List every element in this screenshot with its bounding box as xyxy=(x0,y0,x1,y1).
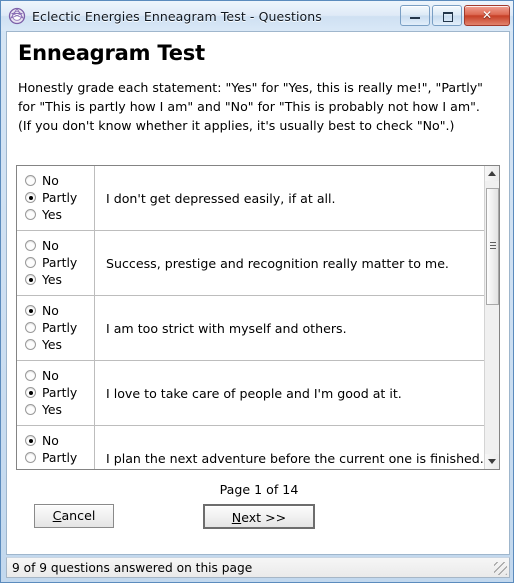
radio-option-partly[interactable]: Partly xyxy=(25,384,94,401)
radio-label: Partly xyxy=(42,190,78,205)
radio-label: No xyxy=(42,368,59,383)
radio-option-partly[interactable]: Partly xyxy=(25,189,94,206)
application-window: Eclectic Energies Enneagram Test - Quest… xyxy=(0,0,514,583)
maximize-icon xyxy=(443,12,453,22)
radio-button-yes[interactable] xyxy=(25,274,36,285)
page-title: Enneagram Test xyxy=(18,41,205,65)
page-indicator: Page 1 of 14 xyxy=(219,482,299,497)
radio-label: Yes xyxy=(42,468,62,469)
question-options: No Partly Yes xyxy=(17,426,95,469)
question-options: No Partly Yes xyxy=(17,231,95,295)
question-text: I love to take care of people and I'm go… xyxy=(106,385,402,401)
radio-option-no[interactable]: No xyxy=(25,367,94,384)
radio-label: No xyxy=(42,173,59,188)
status-bar: 9 of 9 questions answered on this page xyxy=(6,557,510,578)
radio-option-partly[interactable]: Partly xyxy=(25,319,94,336)
question-text: I am too strict with myself and others. xyxy=(106,320,347,336)
radio-label: Yes xyxy=(42,337,63,352)
radio-button-partly[interactable] xyxy=(25,322,36,333)
radio-label: Partly xyxy=(42,255,78,270)
questions-panel: No Partly Yes I don't get depressed easily,… xyxy=(16,165,500,470)
radio-option-yes[interactable]: Yes xyxy=(25,336,94,353)
radio-button-yes[interactable] xyxy=(25,209,36,220)
question-text: Success, prestige and recognition really… xyxy=(106,255,449,271)
question-row: No Partly Yes I don't get depressed easily,… xyxy=(17,166,484,231)
question-row: No Partly Yes Success, prestige and recogni… xyxy=(17,231,484,296)
resize-grip-icon[interactable] xyxy=(494,562,507,575)
cancel-label-rest: ancel xyxy=(61,508,96,523)
radio-label: No xyxy=(42,238,59,253)
question-row: No Partly Yes I love to take care of people… xyxy=(17,361,484,426)
close-button[interactable]: ✕ xyxy=(464,5,510,26)
radio-label: Partly xyxy=(42,385,78,400)
radio-option-yes[interactable]: Yes xyxy=(25,401,94,418)
radio-button-partly[interactable] xyxy=(25,452,36,463)
scroll-up-button[interactable] xyxy=(485,166,499,181)
question-text: I don't get depressed easily, if at all. xyxy=(106,190,336,206)
radio-label: No xyxy=(42,433,59,448)
minimize-icon xyxy=(410,17,420,19)
radio-label: Yes xyxy=(42,207,63,222)
client-area: Enneagram Test Honestly grade each state… xyxy=(6,31,510,555)
scroll-down-button[interactable] xyxy=(485,454,499,469)
status-text: 9 of 9 questions answered on this page xyxy=(12,560,253,575)
instructions-text: Honestly grade each statement: "Yes" for… xyxy=(18,80,483,133)
radio-option-no[interactable]: No xyxy=(25,302,94,319)
radio-option-partly[interactable]: Partly xyxy=(25,449,94,466)
question-row: No Partly Yes I plan the next adventure bef… xyxy=(17,426,484,469)
radio-option-no[interactable]: No xyxy=(25,172,94,189)
window-title: Eclectic Energies Enneagram Test - Quest… xyxy=(32,8,322,24)
maximize-button[interactable] xyxy=(432,5,462,26)
questions-scrollbar[interactable] xyxy=(484,166,499,469)
radio-option-no[interactable]: No xyxy=(25,237,94,254)
radio-label: Yes xyxy=(42,272,63,287)
minimize-button[interactable] xyxy=(400,5,430,26)
radio-button-no[interactable] xyxy=(25,240,36,251)
radio-button-no[interactable] xyxy=(25,370,36,381)
radio-button-yes[interactable] xyxy=(25,339,36,350)
scroll-down-icon xyxy=(488,459,496,464)
radio-button-partly[interactable] xyxy=(25,257,36,268)
next-mnemonic: N xyxy=(231,510,242,525)
radio-option-yes[interactable]: Yes xyxy=(25,466,94,469)
radio-button-no[interactable] xyxy=(25,175,36,186)
cancel-button[interactable]: Cancel xyxy=(34,504,114,528)
radio-label: No xyxy=(42,303,59,318)
scroll-up-icon xyxy=(488,171,496,176)
radio-button-no[interactable] xyxy=(25,435,36,446)
question-options: No Partly Yes xyxy=(17,166,95,230)
question-text: I plan the next adventure before the cur… xyxy=(106,450,484,466)
radio-button-partly[interactable] xyxy=(25,192,36,203)
scrollbar-grip-icon xyxy=(490,242,496,249)
radio-label: Partly xyxy=(42,320,78,335)
enneagram-icon xyxy=(8,7,26,25)
next-button[interactable]: Next >> xyxy=(203,504,315,529)
question-options: No Partly Yes xyxy=(17,296,95,360)
radio-button-yes[interactable] xyxy=(25,404,36,415)
radio-label: Partly xyxy=(42,450,78,465)
radio-option-yes[interactable]: Yes xyxy=(25,206,94,223)
radio-label: Yes xyxy=(42,402,63,417)
radio-option-partly[interactable]: Partly xyxy=(25,254,94,271)
radio-option-yes[interactable]: Yes xyxy=(25,271,94,288)
question-options: No Partly Yes xyxy=(17,361,95,425)
scrollbar-thumb[interactable] xyxy=(486,188,499,305)
radio-button-no[interactable] xyxy=(25,305,36,316)
close-icon: ✕ xyxy=(481,8,493,22)
radio-button-partly[interactable] xyxy=(25,387,36,398)
radio-option-no[interactable]: No xyxy=(25,432,94,449)
window-controls: ✕ xyxy=(400,5,510,26)
title-bar[interactable]: Eclectic Energies Enneagram Test - Quest… xyxy=(1,1,513,31)
next-label-rest: ext >> xyxy=(241,510,287,525)
question-row: No Partly Yes I am too strict with myself a… xyxy=(17,296,484,361)
questions-list: No Partly Yes I don't get depressed easily,… xyxy=(17,166,484,469)
